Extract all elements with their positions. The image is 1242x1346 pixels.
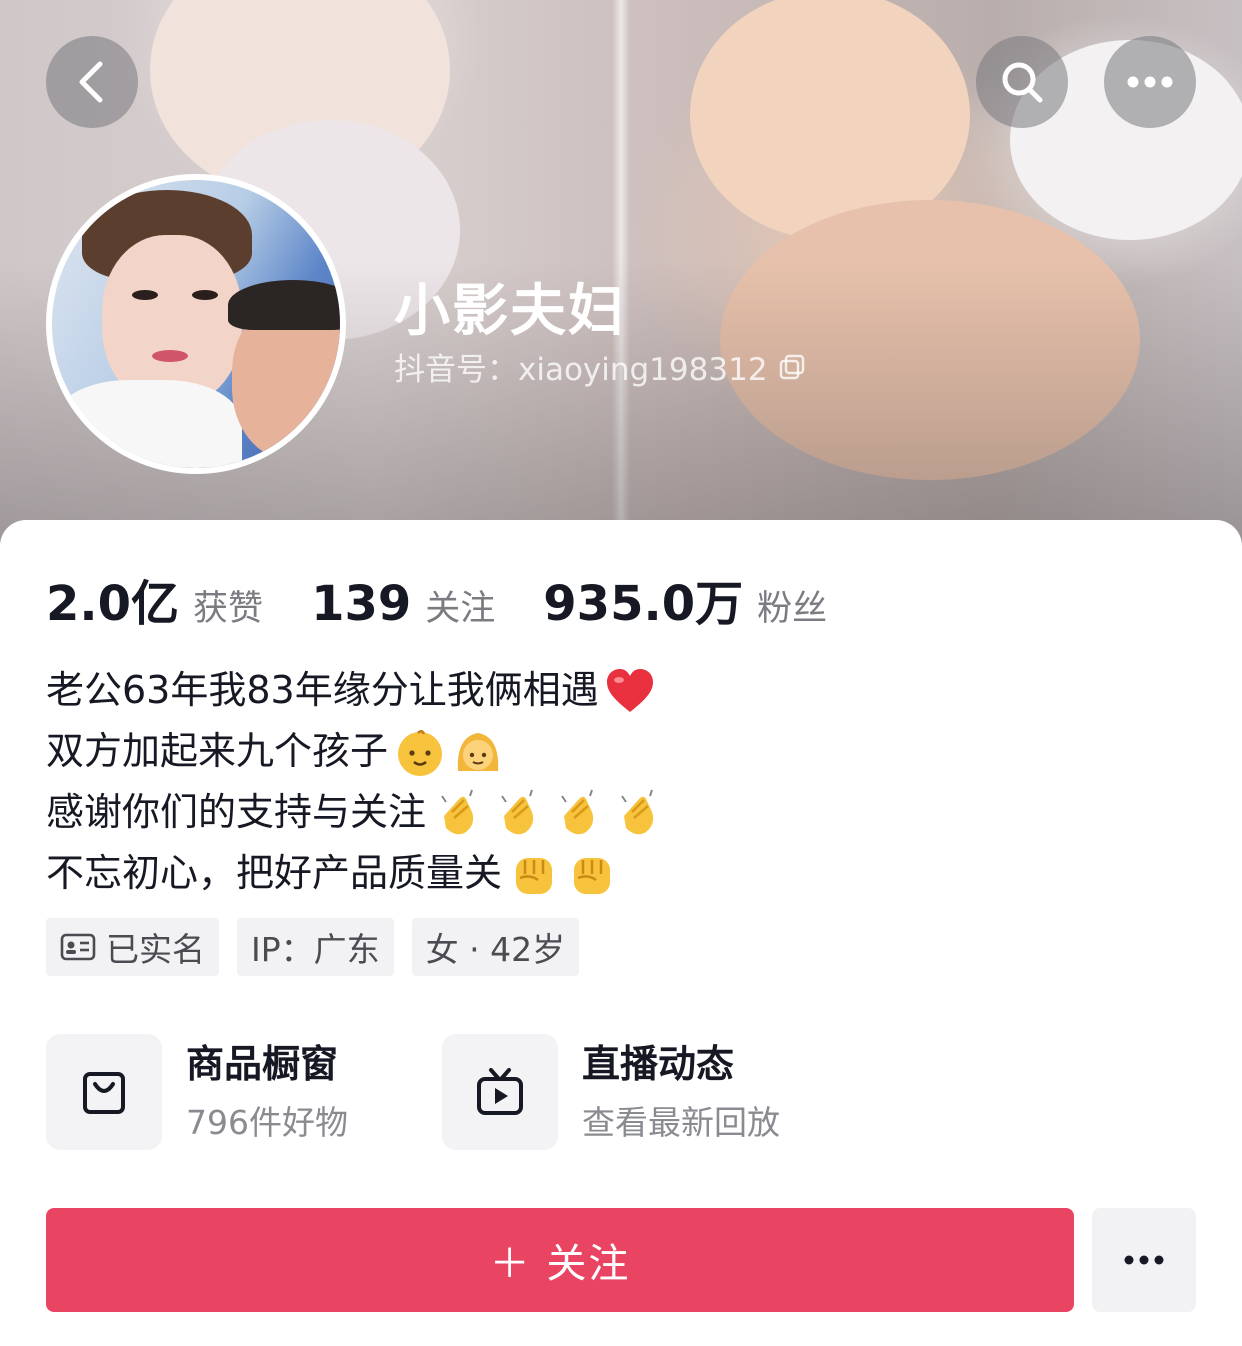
feature-subtitle: 查看最新回放 (582, 1103, 780, 1142)
copy-icon[interactable] (778, 353, 806, 381)
search-icon (1002, 62, 1043, 103)
raised-fist-icon (516, 857, 553, 894)
follow-button[interactable]: ＋ 关注 (46, 1208, 1074, 1312)
profile-tags: 已实名 IP：广东 女 · 42岁 (46, 918, 580, 976)
bio-text: 双方加起来九个孩子 (46, 729, 389, 773)
feature-live-replay[interactable]: 直播动态 查看最新回放 (442, 1034, 780, 1150)
more-options-button[interactable] (1092, 1208, 1196, 1312)
live-tv-icon (477, 1068, 523, 1115)
bio-line: 老公63年我83年缘分让我俩相遇 (46, 660, 666, 721)
douyin-id-text: 抖音号：xiaoying198312 (394, 352, 768, 388)
tag-label: 女 · 42岁 (425, 930, 566, 969)
bio-text: 老公63年我83年缘分让我俩相遇 (46, 668, 599, 712)
bio-line: 双方加起来九个孩子 (46, 721, 666, 782)
more-button[interactable] (1104, 36, 1196, 128)
stat-label: 粉丝 (757, 589, 828, 629)
tag-label: IP：广东 (251, 930, 380, 969)
raised-fist-icon (574, 857, 611, 894)
clap-icon (441, 789, 474, 834)
bio: 老公63年我83年缘分让我俩相遇 双方加起来九个孩子 感谢你们的支持与关注 不忘… (46, 660, 666, 904)
shopping-bag-icon (83, 1072, 125, 1114)
tag-verified[interactable]: 已实名 (46, 918, 219, 976)
tag-label: 已实名 (106, 930, 205, 969)
stats-row: 2.0亿 获赞 139 关注 935.0万 粉丝 (46, 564, 875, 634)
feature-title: 商品橱窗 (186, 1042, 339, 1086)
tag-ip: IP：广东 (237, 918, 394, 976)
stat-value: 2.0亿 (46, 576, 180, 632)
bio-text: 感谢你们的支持与关注 (46, 790, 427, 834)
clap-icon (621, 789, 654, 834)
username: 小影夫妇 (394, 279, 626, 344)
back-button[interactable] (46, 36, 138, 128)
baby-icon (398, 729, 443, 776)
stat-following[interactable]: 139 关注 (311, 576, 495, 632)
bio-text: 不忘初心，把好产品质量关 (46, 851, 503, 895)
id-card-icon (60, 933, 96, 961)
feature-title: 直播动态 (582, 1042, 735, 1086)
stat-value: 139 (311, 576, 412, 632)
stat-label: 关注 (425, 589, 496, 629)
feature-icon-box (46, 1034, 162, 1150)
chevron-left-icon (79, 61, 103, 103)
more-horizontal-icon (1124, 1255, 1164, 1265)
feature-subtitle: 796件好物 (186, 1103, 348, 1142)
feature-icon-box (442, 1034, 558, 1150)
stat-likes[interactable]: 2.0亿 获赞 (46, 564, 263, 634)
search-button[interactable] (976, 36, 1068, 128)
girl-icon (457, 732, 499, 771)
bio-line: 不忘初心，把好产品质量关 (46, 843, 666, 904)
heart-icon (606, 668, 653, 712)
clap-icon (501, 789, 534, 834)
douyin-id[interactable]: 抖音号：xiaoying198312 (394, 344, 806, 389)
stat-value: 935.0万 (543, 576, 744, 632)
more-horizontal-icon (1127, 76, 1173, 88)
bio-line: 感谢你们的支持与关注 (46, 782, 666, 843)
avatar[interactable] (46, 174, 346, 474)
feature-shop-window[interactable]: 商品橱窗 796件好物 (46, 1034, 348, 1150)
clap-icon (561, 789, 594, 834)
stat-followers[interactable]: 935.0万 粉丝 (543, 564, 827, 634)
profile-card: 2.0亿 获赞 139 关注 935.0万 粉丝 老公63年我83年缘分让我俩相… (0, 520, 1242, 1346)
tag-gender-age: 女 · 42岁 (411, 918, 580, 976)
stat-label: 获赞 (193, 589, 264, 629)
